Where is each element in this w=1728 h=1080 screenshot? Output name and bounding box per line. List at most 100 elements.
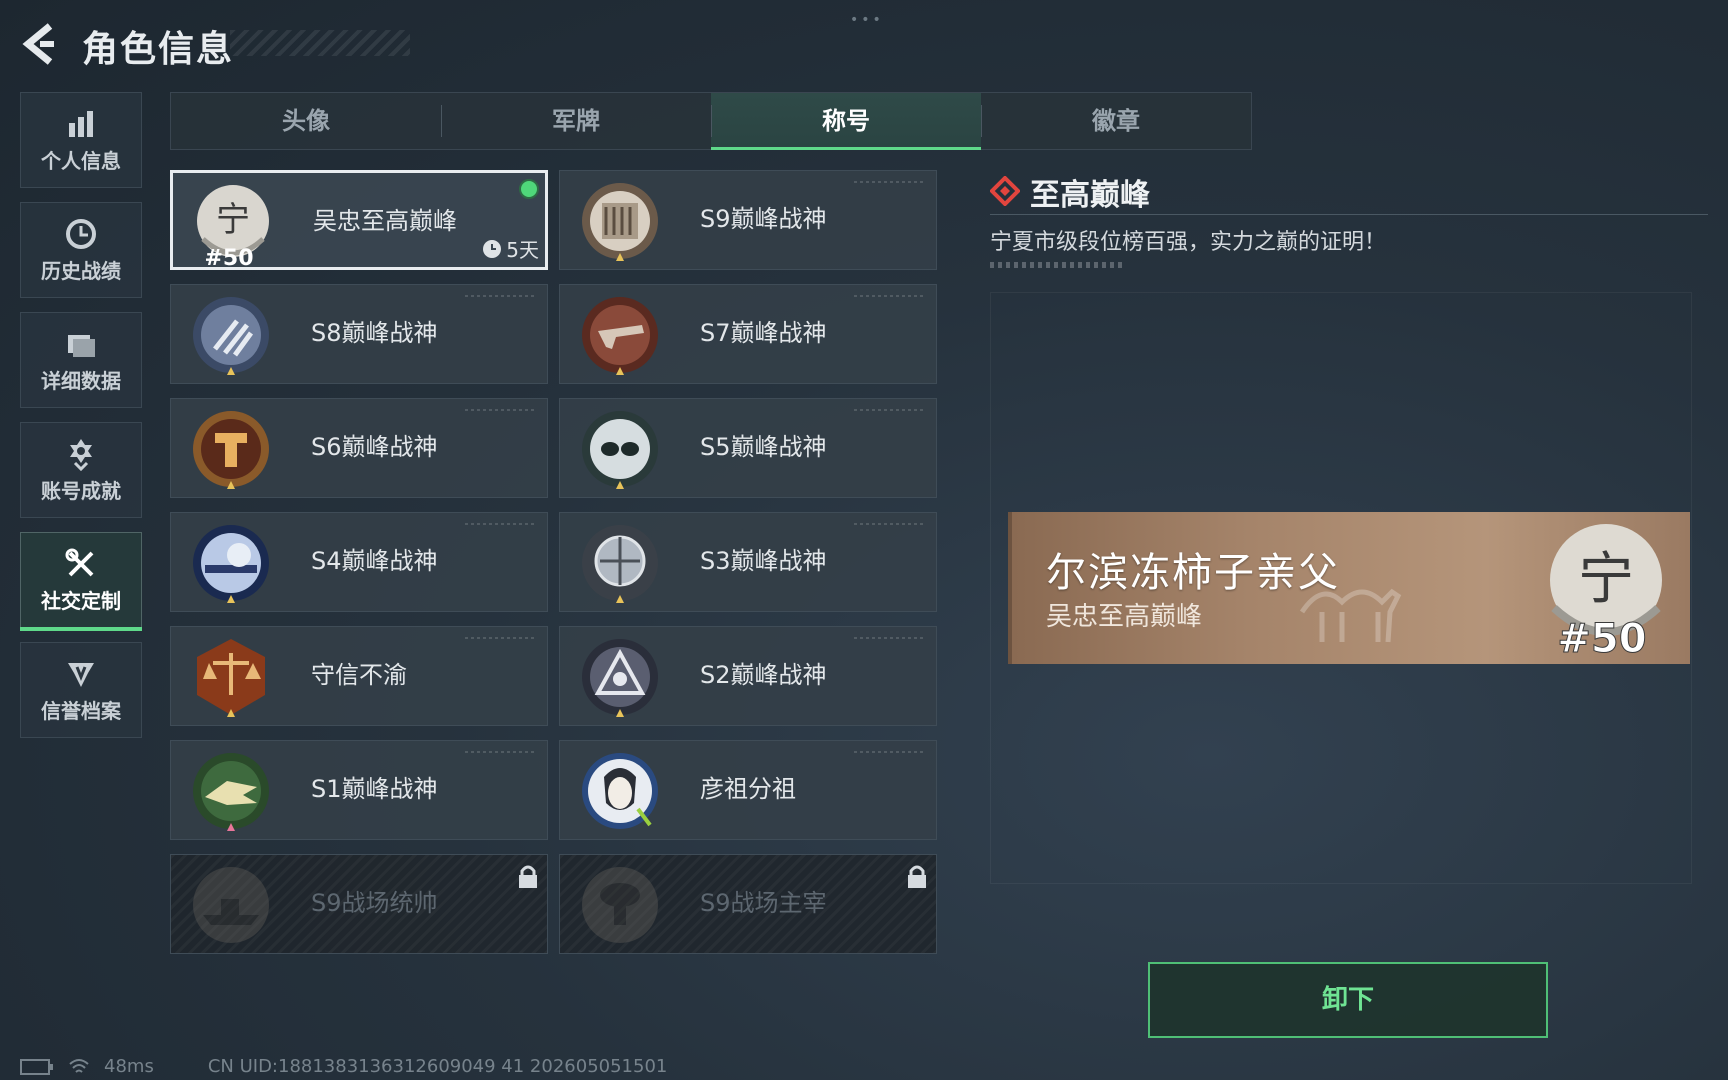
card-decoration <box>854 523 924 525</box>
tab-title[interactable]: 称号 <box>711 93 981 150</box>
title-name: S8巅峰战神 <box>311 319 438 347</box>
title-name: S9巅峰战神 <box>700 205 827 233</box>
card-decoration <box>854 409 924 411</box>
title-name: S9战场统帅 <box>311 889 438 917</box>
diamond-icon <box>990 176 1020 206</box>
svg-text:#50: #50 <box>1557 616 1646 660</box>
sidebar-item-label: 社交定制 <box>41 589 121 613</box>
s9-medal-icon <box>582 183 658 261</box>
title-card-s9-master[interactable]: S9战场主宰 <box>559 854 937 954</box>
sidebar-item-credit[interactable]: 信誉档案 <box>20 642 142 738</box>
title-card-yanzu[interactable]: 彦祖分祖 <box>559 740 937 840</box>
title-name: S7巅峰战神 <box>700 319 827 347</box>
title-card-wuzhong[interactable]: 宁 #50 吴忠至高巅峰 5天 <box>170 170 548 270</box>
history-clock-icon <box>66 219 96 249</box>
battery-icon <box>20 1058 53 1075</box>
sidebar-item-label: 详细数据 <box>41 369 121 393</box>
title-name: 吴忠至高巅峰 <box>313 207 457 235</box>
tab-avatar[interactable]: 头像 <box>171 93 441 149</box>
title-card-s7[interactable]: S7巅峰战神 <box>559 284 937 384</box>
scales-medal-icon <box>197 639 265 717</box>
plate-player-name: 尔滨冻柿子亲父 <box>1046 550 1340 596</box>
title-card-s3[interactable]: S3巅峰战神 <box>559 512 937 612</box>
achievement-icon <box>70 439 92 471</box>
title-card-trustworthy[interactable]: 守信不渝 <box>170 626 548 726</box>
unequip-button[interactable]: 卸下 <box>1148 962 1548 1038</box>
detail-subtext-decoration <box>990 262 1126 268</box>
sidebar-item-history[interactable]: 历史战绩 <box>20 202 142 298</box>
plate-title-name: 吴忠至高巅峰 <box>1046 602 1203 632</box>
back-button[interactable] <box>20 22 60 66</box>
s7-medal-icon <box>582 297 658 375</box>
duration-timer: 5天 <box>482 234 539 263</box>
wifi-icon <box>69 1058 89 1073</box>
card-decoration <box>854 181 924 183</box>
wuzhong-medal-icon: 宁 #50 <box>197 185 269 267</box>
title-name: S5巅峰战神 <box>700 433 827 461</box>
mushroom-cloud-medal-icon <box>582 867 658 943</box>
tab-badge[interactable]: 徽章 <box>981 93 1251 149</box>
card-decoration <box>465 637 535 639</box>
title-name: S4巅峰战神 <box>311 547 438 575</box>
top-dots-decoration: ••• <box>850 12 884 28</box>
title-name: 守信不渝 <box>311 661 407 689</box>
clock-icon <box>483 239 502 258</box>
card-decoration <box>465 295 535 297</box>
detail-divider <box>990 214 1708 215</box>
lock-icon <box>519 865 537 888</box>
duration-text: 5天 <box>506 238 539 262</box>
s6-medal-icon <box>193 411 269 489</box>
tab-dogtag[interactable]: 军牌 <box>441 93 711 149</box>
tools-icon <box>65 548 94 577</box>
bar-chart-icon <box>69 111 93 137</box>
page-title: 角色信息 <box>82 29 235 70</box>
title-card-s4[interactable]: S4巅峰战神 <box>170 512 548 612</box>
folder-icon <box>68 335 95 357</box>
svg-text:宁: 宁 <box>1578 547 1634 612</box>
card-decoration <box>465 409 535 411</box>
lock-icon <box>908 865 926 888</box>
title-card-s2[interactable]: S2巅峰战神 <box>559 626 937 726</box>
tab-bar: 头像 军牌 称号 徽章 <box>170 92 1252 150</box>
detail-title: 至高巅峰 <box>1030 178 1150 213</box>
title-card-s5[interactable]: S5巅峰战神 <box>559 398 937 498</box>
title-card-s9-commander[interactable]: S9战场统帅 <box>170 854 548 954</box>
uid-text: CN UID:1881383136312609049 41 2026050515… <box>207 1056 668 1077</box>
title-name: S2巅峰战神 <box>700 661 827 689</box>
title-card-s6[interactable]: S6巅峰战神 <box>170 398 548 498</box>
sidebar-item-social[interactable]: 社交定制 <box>20 532 142 631</box>
svg-text:#50: #50 <box>204 246 253 267</box>
title-decoration <box>230 30 410 56</box>
card-decoration <box>854 637 924 639</box>
s3-medal-icon <box>582 525 658 603</box>
title-card-s1[interactable]: S1巅峰战神 <box>170 740 548 840</box>
title-card-s9[interactable]: S9巅峰战神 <box>559 170 937 270</box>
sidebar-item-details[interactable]: 详细数据 <box>20 312 142 408</box>
sidebar-item-achievements[interactable]: 账号成就 <box>20 422 142 518</box>
equipped-indicator <box>519 179 539 199</box>
status-bar: 48ms CN UID:1881383136312609049 41 20260… <box>20 1056 667 1077</box>
s5-medal-icon <box>582 411 658 489</box>
s2-medal-icon <box>582 639 658 717</box>
svg-text:宁: 宁 <box>216 200 250 240</box>
warship-medal-icon <box>193 867 269 943</box>
ping-text: 48ms <box>104 1056 154 1077</box>
card-decoration <box>465 751 535 753</box>
sidebar-item-label: 历史战绩 <box>41 259 121 283</box>
title-name: S1巅峰战神 <box>311 775 438 803</box>
sidebar-item-label: 个人信息 <box>41 149 121 173</box>
card-decoration <box>465 523 535 525</box>
title-name: S3巅峰战神 <box>700 547 827 575</box>
s1-medal-icon <box>193 753 269 831</box>
active-indicator <box>20 627 142 631</box>
back-arrow-icon <box>22 23 54 65</box>
title-card-s8[interactable]: S8巅峰战神 <box>170 284 548 384</box>
detail-description: 宁夏市级段位榜百强，实力之巅的证明！ <box>990 230 1387 255</box>
sidebar-item-profile[interactable]: 个人信息 <box>20 92 142 188</box>
sidebar-item-label: 账号成就 <box>41 479 121 503</box>
title-plate-preview: 尔滨冻柿子亲父 吴忠至高巅峰 宁 #50 <box>1008 512 1690 664</box>
title-name: S6巅峰战神 <box>311 433 438 461</box>
card-decoration <box>854 295 924 297</box>
s4-medal-icon <box>193 525 269 603</box>
wuzhong-medal-large-icon: 宁 #50 <box>1550 524 1662 660</box>
